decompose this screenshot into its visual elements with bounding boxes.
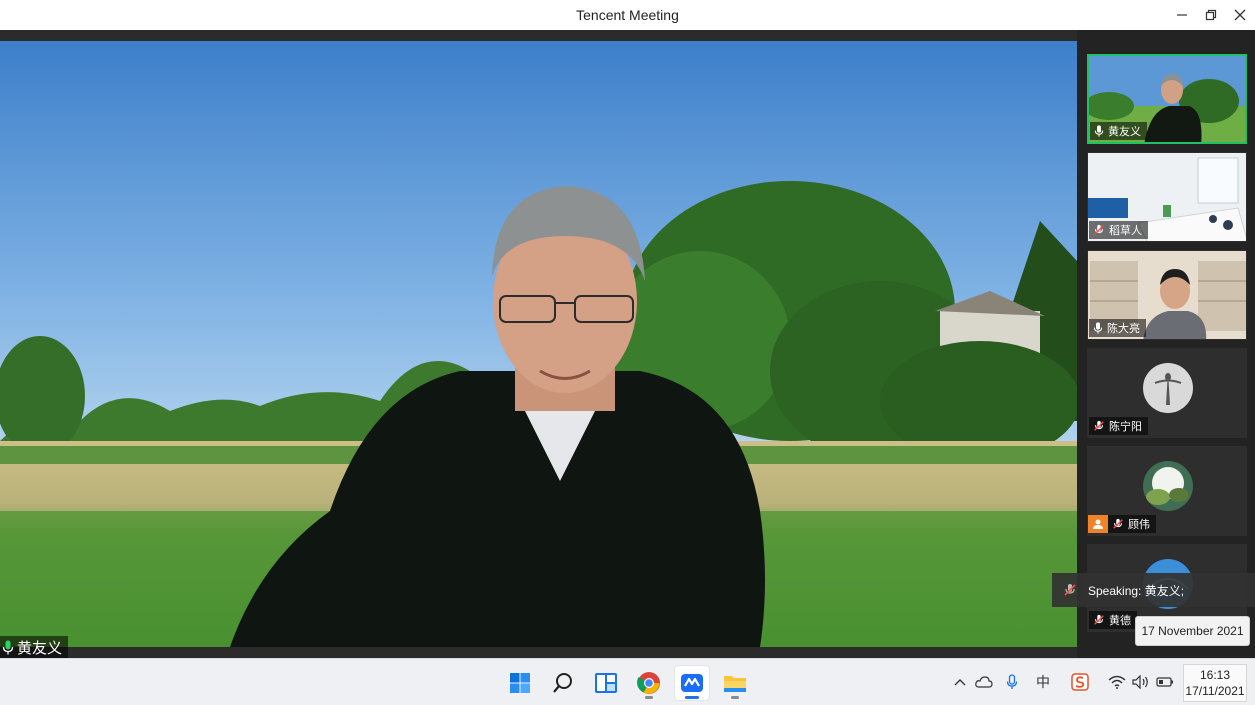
participant-name: 陈宁阳 bbox=[1109, 421, 1142, 433]
sogou-button[interactable] bbox=[1069, 671, 1091, 693]
restore-button[interactable] bbox=[1201, 5, 1221, 25]
onedrive-button[interactable] bbox=[973, 671, 995, 693]
video-top-strip bbox=[0, 30, 1077, 41]
microphone-icon bbox=[1094, 125, 1104, 137]
participant-label: 顾伟 bbox=[1088, 515, 1156, 533]
battery-button[interactable] bbox=[1154, 671, 1176, 693]
search-button[interactable] bbox=[546, 666, 580, 700]
video-bottom-strip bbox=[0, 647, 1077, 658]
participant-name: 顾伟 bbox=[1128, 519, 1150, 531]
microphone-muted-icon bbox=[1094, 614, 1104, 625]
taskbar: 中 16:13 17/11/2021 bbox=[0, 658, 1255, 705]
file-explorer-icon bbox=[724, 676, 746, 692]
date-tooltip: 17 November 2021 bbox=[1135, 616, 1250, 646]
participant-name: 稻草人 bbox=[1109, 225, 1142, 237]
running-indicator bbox=[731, 696, 739, 699]
participant-label: 陈大亮 bbox=[1089, 319, 1146, 337]
participant-label: 黄友义 bbox=[1090, 122, 1147, 140]
cloud-icon bbox=[975, 676, 993, 688]
participant-tile[interactable]: 黄友义 bbox=[1087, 54, 1247, 144]
widgets-button[interactable] bbox=[589, 666, 623, 700]
running-indicator bbox=[685, 696, 699, 699]
avatar-image bbox=[1143, 461, 1193, 511]
participant-name: 黄友义 bbox=[1108, 126, 1141, 138]
start-button[interactable] bbox=[503, 666, 537, 700]
main-video-image bbox=[0, 41, 1077, 647]
running-indicator bbox=[645, 696, 653, 699]
volume-button[interactable] bbox=[1130, 671, 1152, 693]
participant-name: 黄德 bbox=[1109, 615, 1131, 627]
main-video[interactable] bbox=[0, 41, 1077, 647]
microphone-icon bbox=[1093, 322, 1103, 334]
microphone-muted-icon bbox=[1094, 420, 1104, 431]
participant-tile[interactable]: 陈宁阳 bbox=[1087, 348, 1247, 438]
person-icon bbox=[1093, 519, 1103, 529]
speaking-text: Speaking: 黄友义; bbox=[1088, 583, 1185, 598]
participant-tile[interactable]: 稻草人 bbox=[1087, 152, 1247, 242]
participant-name: 陈大亮 bbox=[1107, 323, 1140, 335]
participant-tile[interactable]: 顾伟 bbox=[1087, 446, 1247, 536]
main-speaker-name: 黄友义 bbox=[17, 639, 63, 657]
speaking-icon-wrap bbox=[1052, 583, 1088, 597]
network-button[interactable] bbox=[1106, 671, 1128, 693]
clock-button[interactable]: 16:13 17/11/2021 bbox=[1183, 664, 1247, 702]
windows-start-icon bbox=[510, 673, 530, 693]
minimize-icon bbox=[1177, 14, 1187, 16]
avatar bbox=[1143, 363, 1193, 413]
avatar bbox=[1143, 461, 1193, 511]
chevron-up-icon bbox=[954, 679, 966, 686]
tencent-meeting-button[interactable] bbox=[675, 666, 709, 700]
search-icon bbox=[553, 673, 572, 693]
clock-time: 16:13 bbox=[1199, 668, 1231, 682]
main-speaker-label: 黄友义 bbox=[0, 636, 69, 658]
battery-icon bbox=[1156, 677, 1173, 687]
window-title: Tencent Meeting bbox=[576, 7, 679, 23]
restore-icon bbox=[1205, 9, 1217, 21]
microphone-muted-icon bbox=[1064, 584, 1076, 596]
microphone-icon bbox=[2, 640, 14, 654]
tencent-meeting-icon bbox=[681, 674, 703, 692]
avatar-image bbox=[1143, 363, 1193, 413]
chrome-icon bbox=[637, 672, 660, 694]
show-hidden-icons-button[interactable] bbox=[949, 671, 971, 693]
microphone-icon bbox=[1006, 674, 1018, 689]
participant-label: 稻草人 bbox=[1089, 221, 1148, 239]
participant-label: 黄德 bbox=[1089, 611, 1137, 629]
meeting-window: Tencent Meeting 黄友义 黄友义 稻草人 陈大亮 陈宁阳 顾伟 黄… bbox=[0, 0, 1255, 705]
chrome-button[interactable] bbox=[632, 666, 666, 700]
sogou-icon bbox=[1071, 673, 1089, 691]
microphone-muted-icon bbox=[1094, 224, 1104, 235]
wifi-icon bbox=[1108, 675, 1126, 689]
volume-icon bbox=[1132, 675, 1148, 689]
close-icon bbox=[1234, 9, 1246, 21]
host-badge bbox=[1088, 515, 1108, 533]
clock-date: 17/11/2021 bbox=[1185, 684, 1245, 698]
title-bar: Tencent Meeting bbox=[0, 0, 1255, 30]
widgets-icon bbox=[595, 673, 617, 693]
minimize-button[interactable] bbox=[1172, 5, 1192, 25]
file-explorer-button[interactable] bbox=[718, 666, 752, 700]
speaking-indicator: Speaking: 黄友义; bbox=[1052, 573, 1255, 607]
close-button[interactable] bbox=[1230, 5, 1250, 25]
participant-tile[interactable]: 陈大亮 bbox=[1087, 250, 1247, 340]
input-method-button[interactable]: 中 bbox=[1032, 671, 1054, 693]
participant-label: 陈宁阳 bbox=[1089, 417, 1148, 435]
microphone-muted-icon bbox=[1113, 518, 1123, 529]
microphone-tray-button[interactable] bbox=[1001, 671, 1023, 693]
